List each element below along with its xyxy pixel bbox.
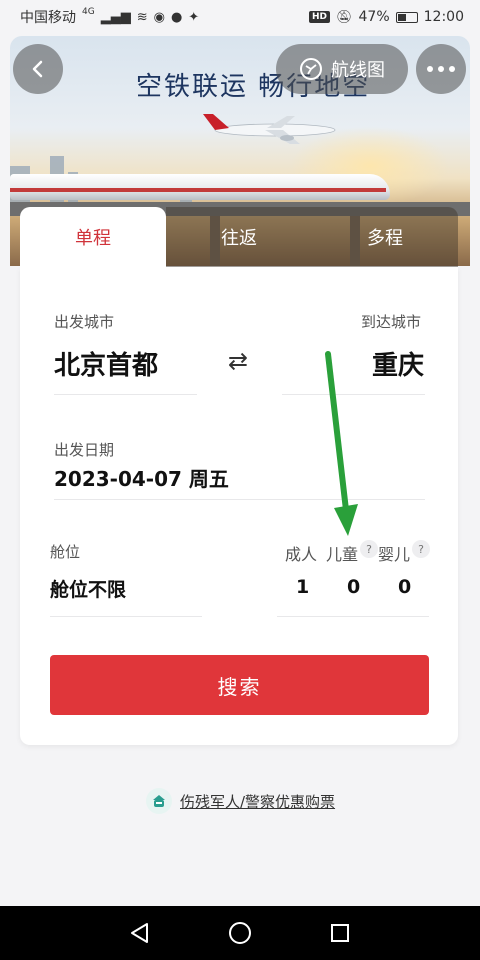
child-count[interactable]: 0 bbox=[347, 576, 360, 598]
square-recents-icon bbox=[331, 924, 349, 942]
adult-label: 成人 bbox=[285, 545, 318, 564]
app-notification-icon: ◉ bbox=[153, 9, 165, 25]
police-icon bbox=[146, 788, 172, 814]
train-image bbox=[10, 174, 390, 200]
adult-count[interactable]: 1 bbox=[296, 576, 309, 598]
cabin-class-value[interactable]: 舱位不限 bbox=[50, 575, 126, 602]
route-map-button[interactable]: 航线图 bbox=[276, 44, 408, 94]
annotation-arrow bbox=[325, 351, 358, 536]
divider bbox=[54, 499, 425, 500]
nav-recents-button[interactable] bbox=[320, 913, 360, 953]
tab-multi-city[interactable]: 多程 bbox=[312, 207, 458, 267]
wechat-icon: ✦ bbox=[188, 9, 200, 25]
back-button[interactable] bbox=[13, 44, 63, 94]
child-help-icon[interactable]: ? bbox=[360, 540, 378, 558]
discount-ticket-link[interactable]: 伤残军人/警察优惠购票 bbox=[146, 788, 335, 814]
swap-cities-icon[interactable]: ⇄ bbox=[228, 347, 248, 375]
infant-label: 婴儿 bbox=[378, 545, 411, 564]
divider bbox=[50, 616, 202, 617]
network-label: 4G bbox=[82, 7, 95, 17]
train-stripe bbox=[10, 188, 386, 192]
signal-icon: ▂▄▆ bbox=[100, 9, 131, 25]
infant-help-icon[interactable]: ? bbox=[412, 540, 430, 558]
triangle-back-icon bbox=[131, 923, 148, 943]
route-map-label: 航线图 bbox=[331, 60, 385, 81]
infant-count[interactable]: 0 bbox=[398, 576, 411, 598]
more-button[interactable] bbox=[416, 44, 466, 94]
tab-round-trip[interactable]: 往返 bbox=[166, 207, 312, 267]
child-label: 儿童 bbox=[326, 545, 359, 564]
airplane-image bbox=[203, 114, 336, 144]
carrier-label: 中国移动 bbox=[20, 10, 76, 26]
battery-icon bbox=[395, 11, 418, 23]
arrival-label: 到达城市 bbox=[361, 313, 422, 331]
departure-date[interactable]: 2023-04-07 周五 bbox=[54, 463, 229, 492]
clock: 12:00 bbox=[423, 9, 464, 25]
wifi-icon: ≋ bbox=[136, 9, 148, 25]
tab-one-way[interactable]: 单程 bbox=[20, 207, 166, 267]
arrival-city[interactable]: 重庆 bbox=[372, 345, 424, 382]
status-bar: 中国移动 4G ▂▄▆ ≋ ◉ ● ✦ HD 🔕︎ 47% 12:00 bbox=[0, 0, 480, 34]
search-form-card: 出发城市 北京首都 ⇄ 到达城市 重庆 出发日期 2023-04-07 周五 舱… bbox=[20, 267, 458, 745]
nav-back-button[interactable] bbox=[120, 913, 160, 953]
cabin-label: 舱位 bbox=[50, 543, 81, 561]
hd-badge: HD bbox=[308, 11, 330, 23]
chevron-left-icon bbox=[32, 60, 43, 78]
trip-type-tabs: 单程 往返 多程 bbox=[20, 207, 458, 267]
globe-plane-icon bbox=[300, 58, 322, 80]
system-nav-bar bbox=[0, 906, 480, 960]
divider bbox=[277, 616, 429, 617]
status-right: HD 🔕︎ 47% 12:00 bbox=[308, 9, 464, 25]
departure-city[interactable]: 北京首都 bbox=[54, 345, 158, 382]
nav-home-button[interactable] bbox=[220, 913, 260, 953]
circle-home-icon bbox=[229, 922, 251, 944]
more-dots-icon bbox=[427, 66, 455, 72]
message-icon: ● bbox=[170, 9, 183, 25]
search-button[interactable]: 搜索 bbox=[50, 655, 429, 715]
battery-percent: 47% bbox=[358, 9, 390, 25]
departure-label: 出发城市 bbox=[54, 313, 115, 331]
status-left: 中国移动 4G ▂▄▆ ≋ ◉ ● ✦ bbox=[20, 7, 199, 27]
divider bbox=[54, 394, 197, 395]
discount-ticket-label: 伤残军人/警察优惠购票 bbox=[180, 792, 336, 811]
mute-icon: 🔕︎ bbox=[336, 9, 353, 25]
date-label: 出发日期 bbox=[54, 441, 115, 459]
